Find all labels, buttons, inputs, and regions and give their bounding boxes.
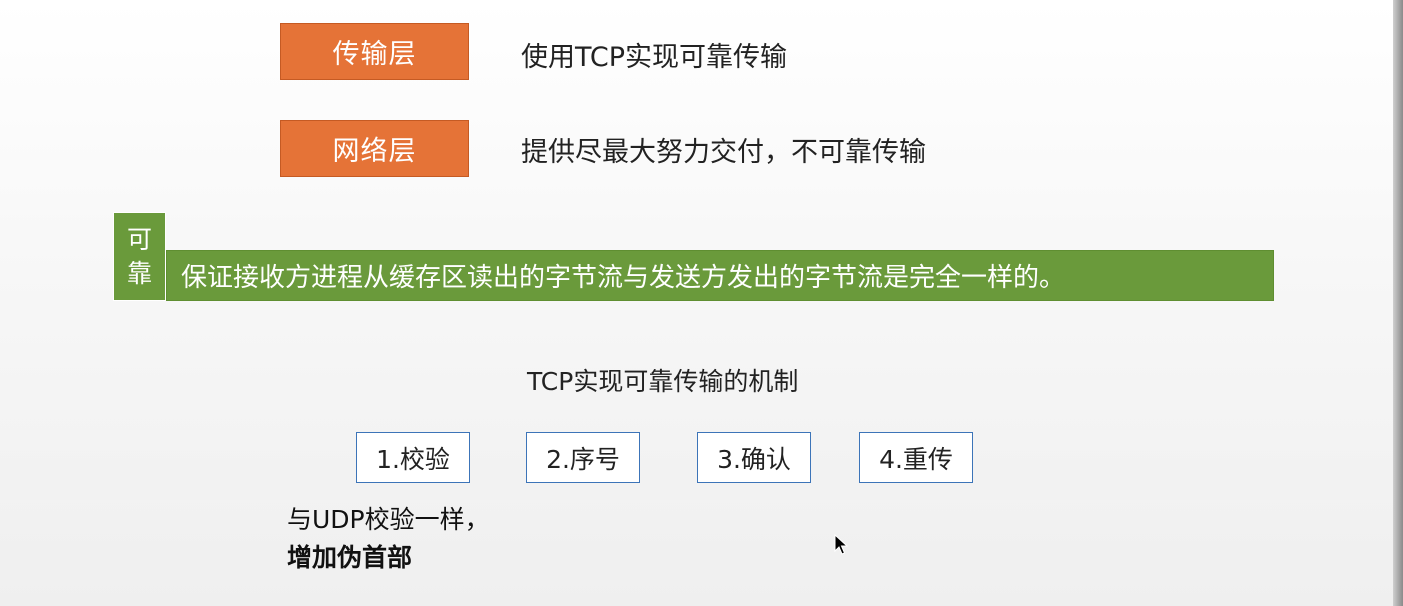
reliable-definition-bar: 保证接收方进程从缓存区读出的字节流与发送方发出的字节流是完全一样的。 <box>166 250 1274 301</box>
checksum-note-line-2: 增加伪首部 <box>287 543 413 572</box>
reliable-tag-char-1: 可 <box>126 224 152 254</box>
mechanism-sequence-box: 2.序号 <box>526 432 640 483</box>
reliable-tag: 可 靠 <box>113 212 166 301</box>
checksum-note-line-1: 与UDP校验一样， <box>287 505 490 534</box>
mechanism-checksum-box: 1.校验 <box>356 432 470 483</box>
mechanism-ack-box: 3.确认 <box>697 432 811 483</box>
network-layer-box: 网络层 <box>280 120 469 177</box>
transport-layer-box: 传输层 <box>280 23 469 80</box>
slide-edge <box>1393 0 1403 606</box>
mechanism-title: TCP实现可靠传输的机制 <box>527 367 799 396</box>
reliable-tag-char-2: 靠 <box>126 258 152 288</box>
transport-layer-description: 使用TCP实现可靠传输 <box>521 42 788 73</box>
reliable-definition-text: 保证接收方进程从缓存区读出的字节流与发送方发出的字节流是完全一样的。 <box>181 263 1066 293</box>
mechanism-retransmit-box: 4.重传 <box>859 432 973 483</box>
network-layer-description: 提供尽最大努力交付，不可靠传输 <box>521 137 926 168</box>
